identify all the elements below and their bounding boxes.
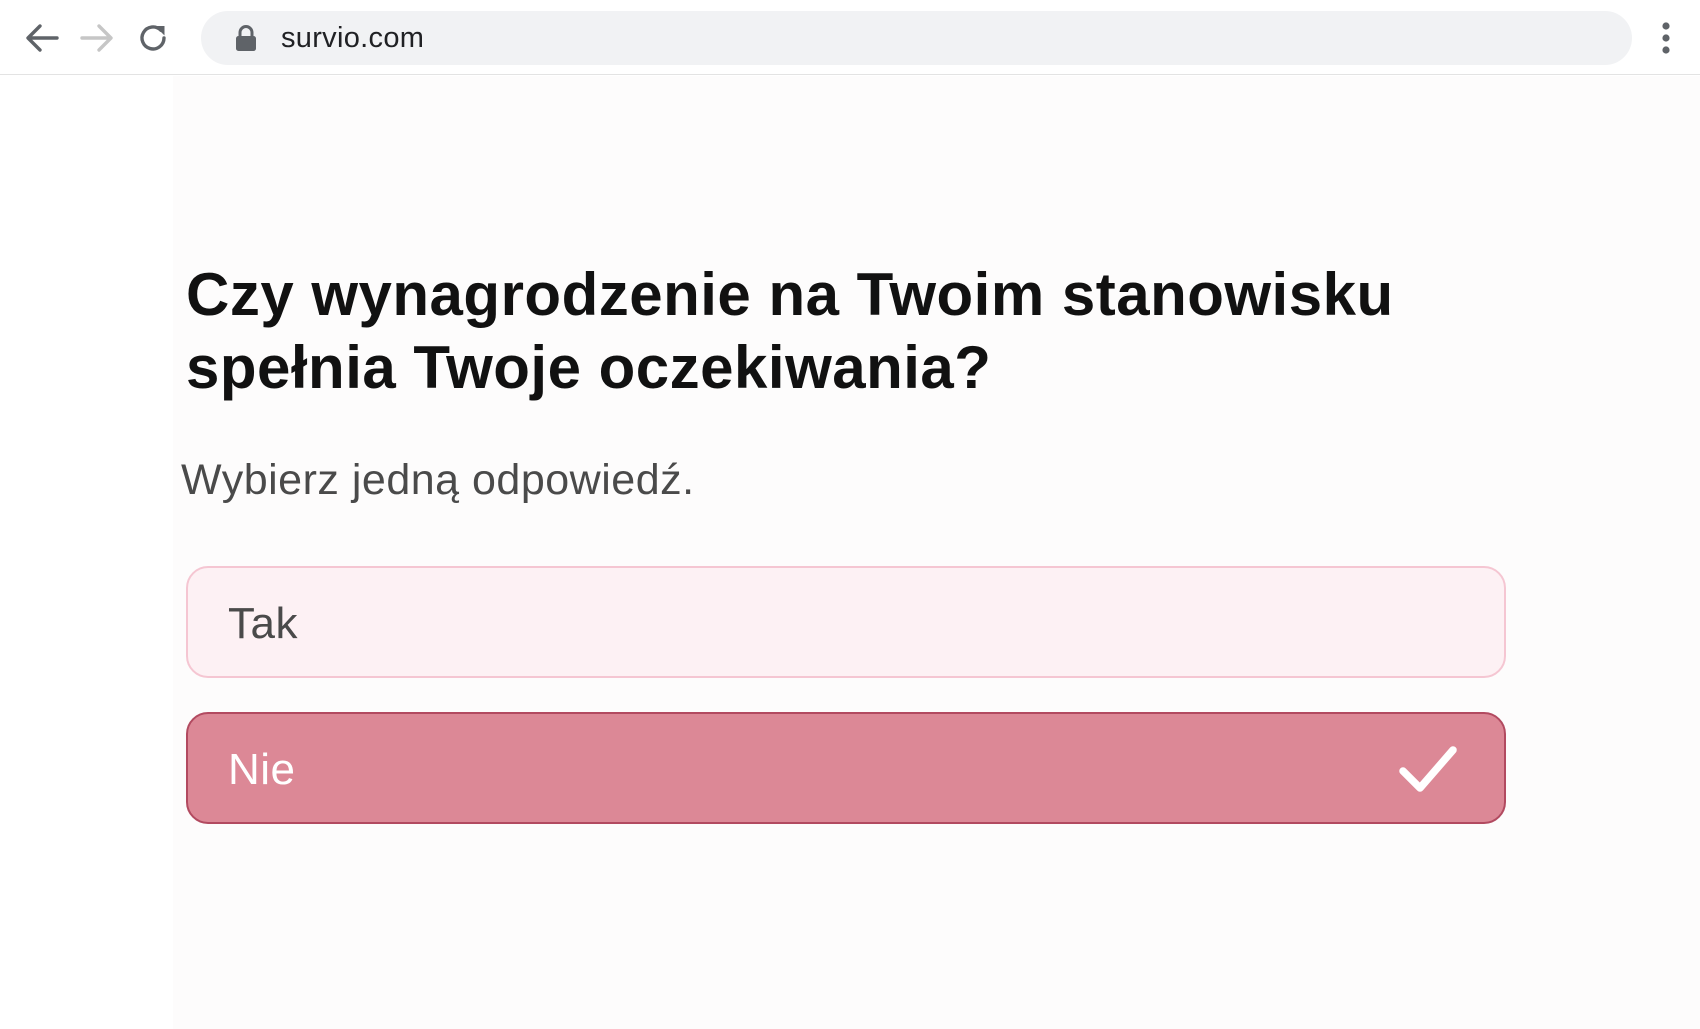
checkmark-icon [1399,746,1457,792]
reload-icon [140,25,166,51]
survey-panel [173,76,1700,1029]
page-content [0,76,1700,1029]
reload-button[interactable] [133,18,173,58]
browser-menu-button[interactable] [1650,18,1682,58]
arrow-left-icon [26,24,59,52]
lock-icon [236,25,256,51]
answer-option-tak[interactable]: Tak [186,566,1506,678]
question-instruction: Wybierz jedną odpowiedź. [181,456,695,504]
arrow-right-icon [80,24,113,52]
question-title: Czy wynagrodzenie na Twoim stanowisku sp… [186,261,1394,401]
address-bar[interactable]: survio.com [201,11,1632,65]
option-label: Nie [228,745,296,794]
forward-button[interactable] [77,18,117,58]
more-vertical-icon [1662,22,1670,54]
answer-option-nie[interactable]: Nie [186,712,1506,824]
browser-toolbar: survio.com [0,0,1700,75]
back-button[interactable] [22,18,62,58]
url-text: survio.com [281,22,425,54]
option-label: Tak [228,599,298,648]
